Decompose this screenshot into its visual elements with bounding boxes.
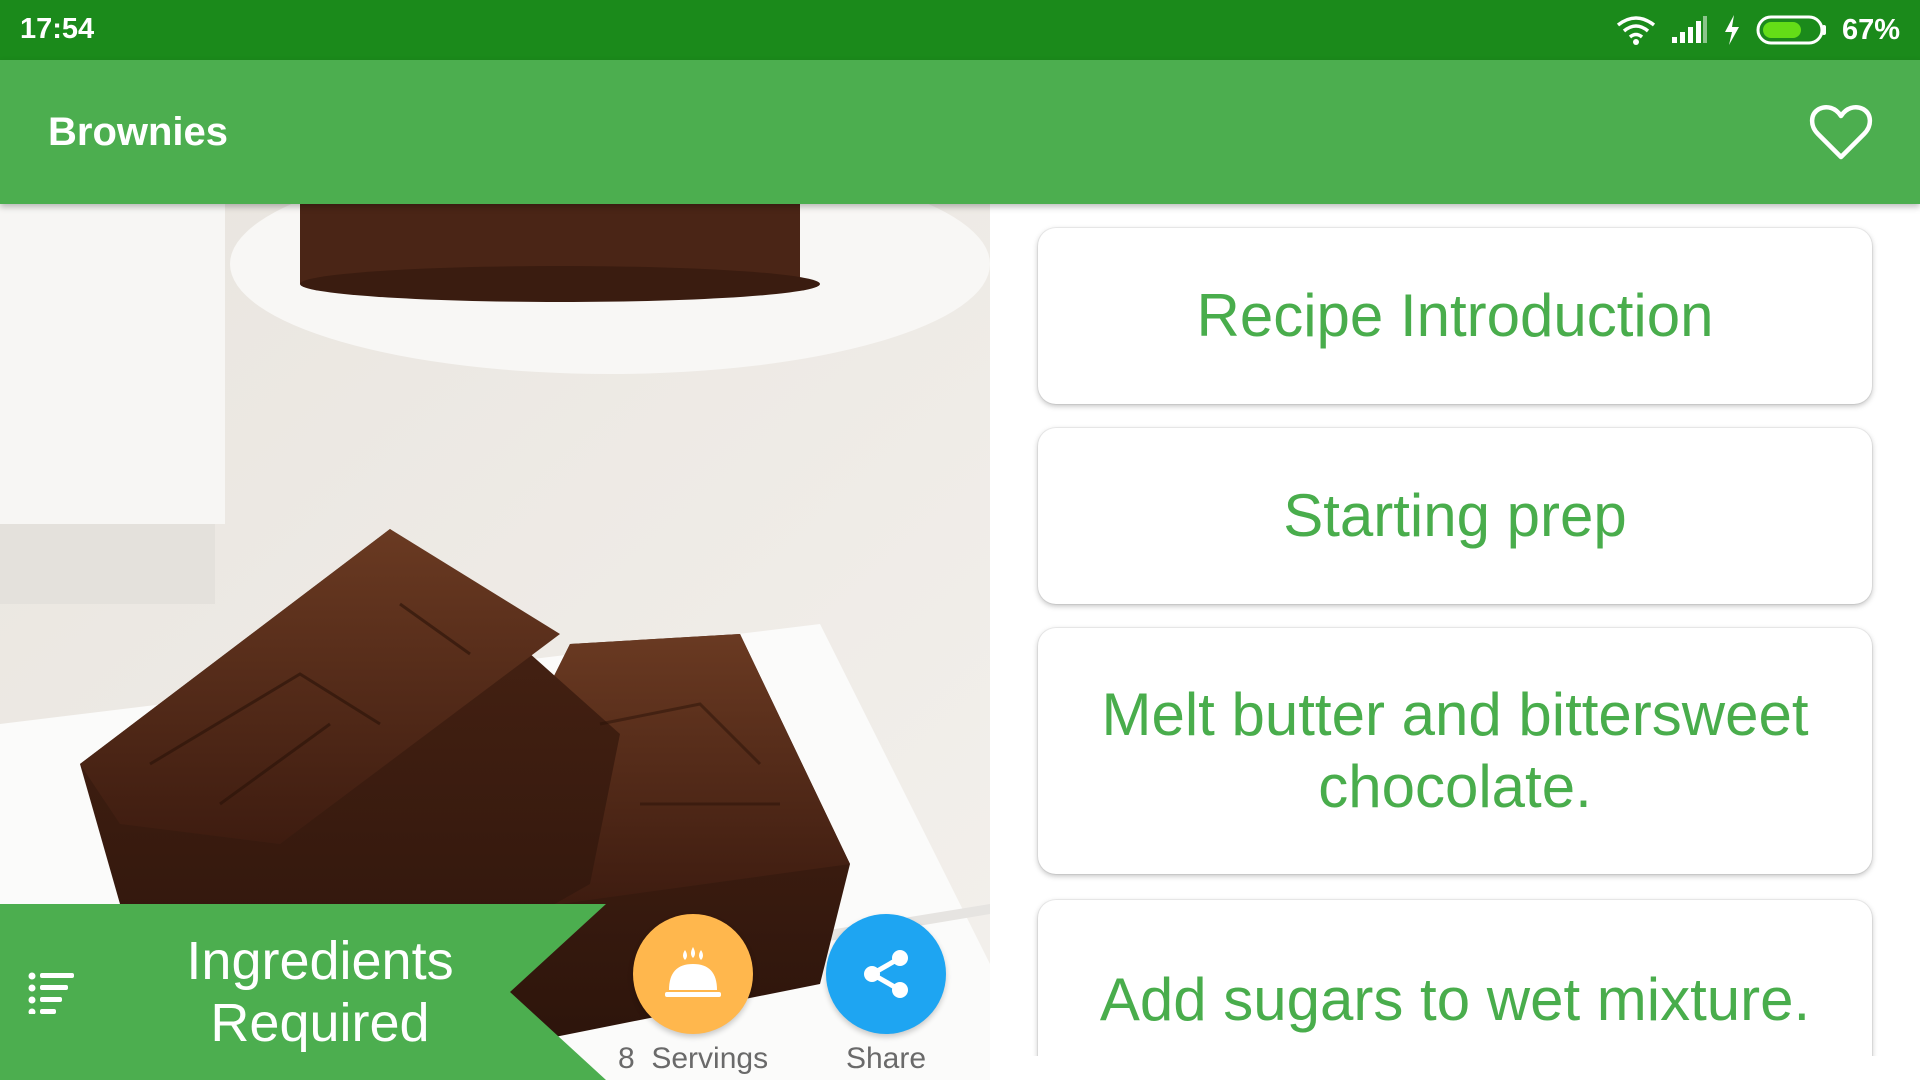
battery-percent: 67% xyxy=(1841,13,1900,46)
favorite-button[interactable] xyxy=(1808,100,1874,166)
signal-icon xyxy=(1671,16,1707,43)
cloche-icon xyxy=(665,947,722,997)
step-card[interactable]: Recipe Introduction xyxy=(1038,228,1872,404)
share-button[interactable] xyxy=(826,914,946,1034)
servings-label: 8 Servings xyxy=(618,1042,768,1076)
recipe-steps-list[interactable]: Recipe Introduction Starting prep Melt b… xyxy=(1010,204,1920,1056)
list-icon xyxy=(28,970,76,1016)
ingredients-label: Ingredients Required xyxy=(186,931,454,1053)
app-bar: Brownies xyxy=(0,60,1920,204)
step-title: Recipe Introduction xyxy=(1196,282,1714,349)
page-title: Brownies xyxy=(48,110,229,154)
heart-outline-icon xyxy=(1809,105,1873,160)
servings-control: 8 Servings xyxy=(618,914,768,1076)
share-control: Share xyxy=(826,914,946,1076)
share-label: Share xyxy=(845,1042,927,1075)
step-card[interactable]: Melt butter and bittersweet chocolate. xyxy=(1038,628,1872,874)
servings-text: Servings xyxy=(651,1042,769,1075)
status-time: 17:54 xyxy=(20,13,95,45)
step-card[interactable]: Starting prep xyxy=(1038,428,1872,604)
battery-icon xyxy=(1756,15,1826,45)
status-icons: 67% xyxy=(1616,10,1900,50)
step-title: Melt butter and bittersweet chocolate. xyxy=(1101,681,1809,820)
status-bar: 17:54 67% xyxy=(0,0,1920,60)
step-title: Add sugars to wet mixture. xyxy=(1099,966,1811,1033)
share-icon xyxy=(864,950,908,998)
servings-button[interactable] xyxy=(633,914,754,1034)
charging-icon xyxy=(1724,15,1739,45)
step-title: Starting prep xyxy=(1283,482,1627,549)
step-card[interactable]: Add sugars to wet mixture. xyxy=(1038,900,1872,1056)
servings-count: 8 xyxy=(618,1042,635,1075)
wifi-icon xyxy=(1616,16,1656,45)
